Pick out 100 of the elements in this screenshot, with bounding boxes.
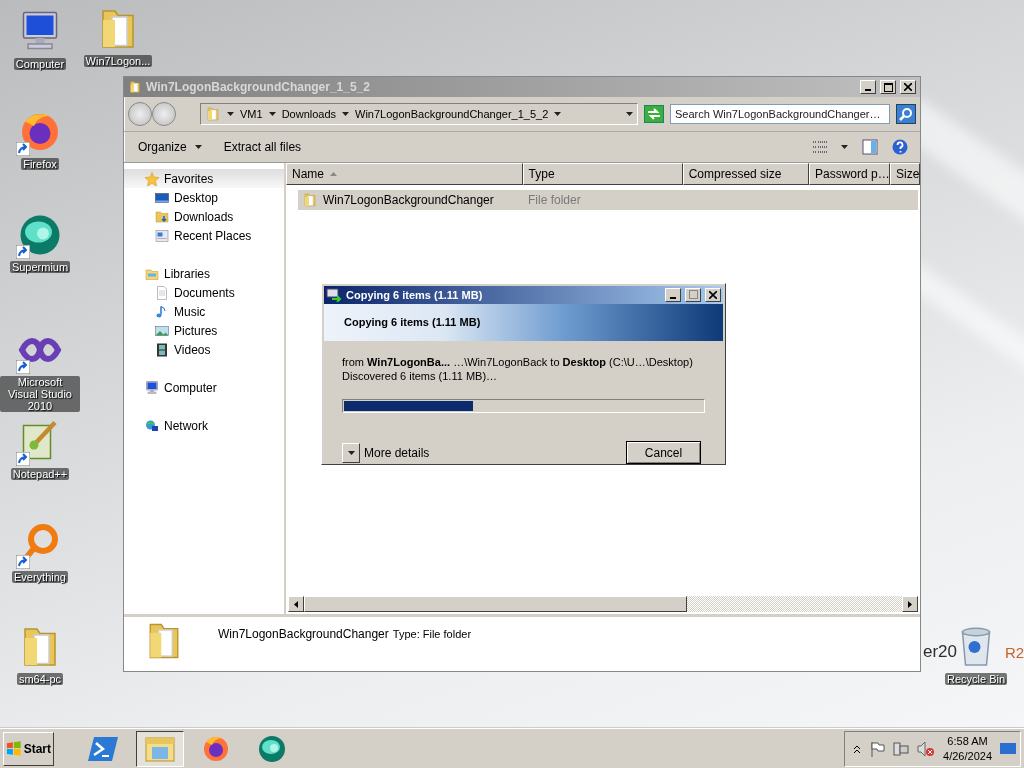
caret-icon[interactable] — [227, 112, 234, 116]
details-name: Win7LogonBackgroundChanger — [218, 626, 389, 641]
sort-arrow-icon — [330, 172, 337, 176]
column-header[interactable]: Type — [522, 163, 683, 185]
clock-date: 4/26/2024 — [943, 748, 992, 764]
expand-caret-icon[interactable] — [347, 450, 355, 455]
speaker-muted-icon[interactable] — [917, 740, 936, 757]
dialog-title: Copying 6 items (1.11 MB) — [346, 288, 484, 301]
help-icon[interactable] — [892, 139, 908, 155]
toolbar-button[interactable]: Extract all files — [221, 138, 304, 156]
folder-icon — [302, 192, 318, 208]
maximize-icon — [883, 82, 893, 92]
desktop-icon-label[interactable]: Recycle Bin — [944, 673, 1008, 685]
caret-icon[interactable] — [554, 112, 562, 116]
nav-item[interactable]: Desktop — [124, 188, 284, 207]
windows-flag-icon — [6, 740, 22, 757]
caret-icon[interactable] — [342, 112, 350, 116]
scrollbar-thumb[interactable] — [304, 596, 687, 612]
folder-icon — [128, 80, 142, 94]
file-type: File folder — [527, 193, 581, 207]
preview-pane-icon[interactable] — [862, 139, 878, 155]
film-icon — [154, 341, 170, 358]
nav-item[interactable]: Videos — [124, 340, 284, 359]
nav-item[interactable]: Music — [124, 302, 284, 321]
more-details-toggle[interactable]: More details — [342, 442, 430, 463]
nav-item[interactable]: Favorites — [124, 169, 284, 188]
desktop-icon-label[interactable]: Supermium — [9, 261, 71, 273]
close-button[interactable] — [900, 80, 916, 94]
column-header[interactable]: Size — [890, 163, 920, 185]
nav-item[interactable]: Downloads — [124, 207, 284, 226]
dropdown-caret-icon[interactable] — [626, 112, 633, 116]
window-title: Win7LogonBackgroundChanger_1_5_2 — [146, 80, 371, 94]
downloads-folder-icon — [154, 208, 170, 225]
view-list-icon[interactable] — [813, 141, 827, 153]
cancel-button[interactable]: Cancel — [626, 441, 701, 464]
file-row[interactable]: Win7LogonBackgroundChanger File folder — [298, 190, 918, 210]
network-icon[interactable] — [893, 740, 910, 757]
minimize-button[interactable] — [860, 80, 876, 94]
computer-icon — [144, 379, 160, 396]
desktop-icon-label[interactable]: Everything — [12, 571, 68, 583]
search-field[interactable]: Search Win7LogonBackgroundChanger… — [670, 104, 890, 124]
flag-icon[interactable] — [869, 740, 886, 757]
close-icon — [904, 83, 912, 91]
clock[interactable]: 6:58 AM 4/26/2024 — [943, 733, 992, 764]
forward-button[interactable] — [152, 102, 176, 126]
taskbar-app-button[interactable] — [136, 730, 184, 767]
search-icon — [899, 107, 913, 121]
nav-item[interactable]: Network — [124, 416, 284, 435]
nav-item[interactable]: Documents — [124, 283, 284, 302]
details-type: Type: File folder — [392, 627, 472, 640]
start-button[interactable]: Start — [3, 731, 54, 766]
refresh-arrows-icon — [647, 108, 661, 120]
minimize-button[interactable] — [665, 287, 681, 302]
refresh-button[interactable] — [644, 105, 664, 123]
breadcrumb-item[interactable]: Downloads — [281, 108, 337, 120]
scroll-right-button[interactable] — [902, 596, 918, 612]
column-header[interactable]: Password p… — [809, 163, 890, 185]
folder-icon — [205, 106, 221, 122]
document-icon — [154, 284, 170, 301]
search-button[interactable] — [896, 104, 916, 124]
breadcrumb-item[interactable]: VM1 — [240, 108, 263, 120]
nav-item[interactable]: Recent Places — [124, 226, 284, 245]
caret-icon[interactable] — [841, 145, 848, 149]
desktop-icon-label[interactable]: Firefox — [21, 158, 59, 170]
scroll-left-button[interactable] — [288, 596, 304, 612]
right-arrow-icon — [908, 600, 912, 608]
copy-status: Discovered 6 items (1.11 MB)… — [342, 369, 498, 383]
address-bar[interactable]: VM1 Downloads Win7LogonBackgroundChanger_1_5_2 — [200, 103, 638, 125]
close-button[interactable] — [705, 287, 721, 302]
column-header[interactable]: Name — [286, 163, 523, 185]
copy-source-line: from Win7LogonBa... …\Win7LogonBack to Desktop (C:\U…\Desktop) — [342, 355, 693, 369]
minimize-icon — [865, 89, 871, 91]
show-desktop-icon[interactable] — [1000, 741, 1016, 756]
clock-time: 6:58 AM — [947, 733, 988, 749]
maximize-icon — [688, 290, 698, 300]
desktop-icon-label[interactable]: Computer — [13, 58, 67, 70]
wallpaper-logo-text: R2 — [1005, 644, 1024, 661]
dialog-heading: Copying 6 items (1.11 MB) — [324, 303, 723, 341]
file-name: Win7LogonBackgroundChanger — [323, 193, 494, 207]
toolbar-button[interactable]: Organize — [136, 138, 204, 156]
horizontal-scrollbar[interactable] — [288, 596, 918, 612]
recent-places-icon — [154, 227, 170, 244]
copy-icon — [326, 287, 342, 302]
nav-item[interactable]: Pictures — [124, 321, 284, 340]
desktop-icon-label[interactable]: Win7Logon... — [83, 55, 153, 67]
column-header[interactable]: Compressed size — [682, 163, 809, 185]
back-button[interactable] — [128, 102, 152, 126]
nav-item[interactable]: Libraries — [124, 264, 284, 283]
desktop-icon-label[interactable]: Notepad++ — [10, 468, 70, 480]
maximize-button[interactable] — [685, 287, 701, 302]
close-icon — [709, 290, 717, 299]
left-arrow-icon — [294, 600, 298, 608]
wallpaper-logo-text: er20 — [923, 642, 958, 662]
chevron-up-icon[interactable] — [853, 743, 862, 754]
maximize-button[interactable] — [880, 80, 896, 94]
desktop-icon-label[interactable]: sm64-pc — [16, 673, 64, 685]
breadcrumb-item[interactable]: Win7LogonBackgroundChanger_1_5_2 — [355, 108, 549, 120]
desktop-icon-label[interactable]: Microsoft Visual Studio 2010 — [0, 376, 80, 412]
caret-icon[interactable] — [268, 112, 276, 116]
nav-item[interactable]: Computer — [124, 378, 284, 397]
